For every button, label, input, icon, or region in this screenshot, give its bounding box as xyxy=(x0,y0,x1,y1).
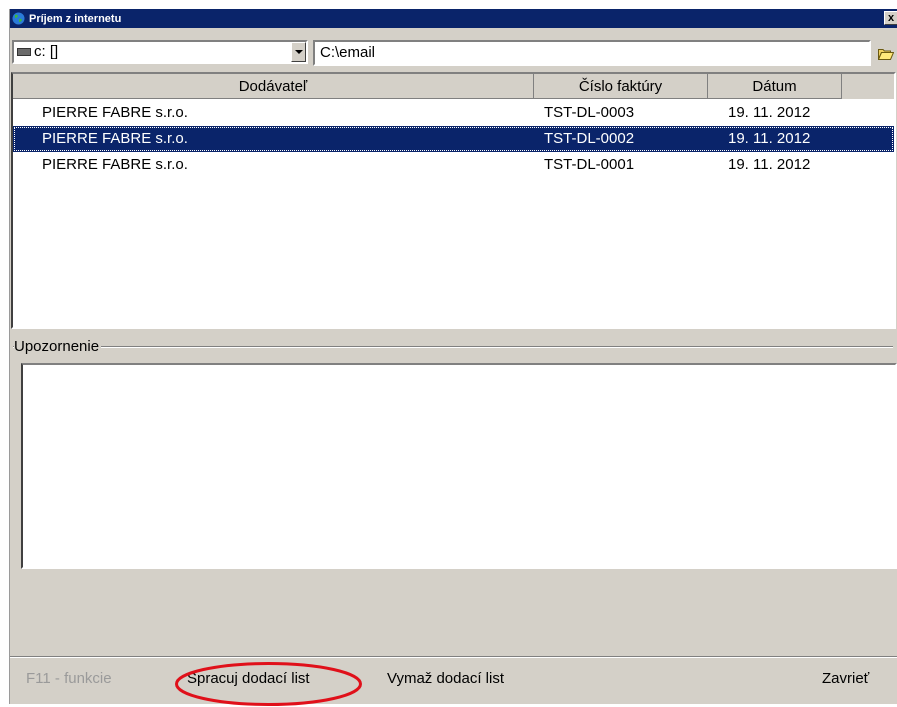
folder-open-icon xyxy=(878,49,894,60)
warning-textarea[interactable] xyxy=(21,363,897,569)
list-header: Dodávateľ Číslo faktúry Dátum xyxy=(13,74,894,99)
list-body: PIERRE FABRE s.r.o. TST-DL-0003 19. 11. … xyxy=(13,100,894,178)
table-row[interactable]: PIERRE FABRE s.r.o. TST-DL-0003 19. 11. … xyxy=(13,100,894,126)
cell-supplier: PIERRE FABRE s.r.o. xyxy=(42,156,188,173)
process-delivery-note-button[interactable]: Spracuj dodací list xyxy=(187,670,310,687)
dialog-window: Príjem z internetu x c: [] C:\email Dodá… xyxy=(9,9,897,706)
close-button[interactable]: Zavrieť xyxy=(822,670,869,687)
table-row-selected[interactable]: PIERRE FABRE s.r.o. TST-DL-0002 19. 11. … xyxy=(13,126,894,152)
cell-date: 19. 11. 2012 xyxy=(728,104,811,121)
drive-icon xyxy=(17,48,31,56)
f11-functions-button[interactable]: F11 - funkcie xyxy=(26,670,112,687)
cell-supplier: PIERRE FABRE s.r.o. xyxy=(42,104,188,121)
cell-date: 19. 11. 2012 xyxy=(728,130,811,147)
browse-folder-button[interactable] xyxy=(874,42,897,66)
warning-group-border xyxy=(13,346,893,347)
delete-delivery-note-button[interactable]: Vymaž dodací list xyxy=(387,670,504,687)
column-header-supplier[interactable]: Dodávateľ xyxy=(13,74,534,99)
path-bar: c: [] C:\email xyxy=(10,30,897,72)
window-title: Príjem z internetu xyxy=(29,12,122,25)
chevron-down-icon xyxy=(294,50,303,54)
warning-group-label: Upozornenie xyxy=(14,338,102,355)
drive-select[interactable]: c: [] xyxy=(12,40,308,64)
delivery-note-list[interactable]: Dodávateľ Číslo faktúry Dátum PIERRE FAB… xyxy=(11,72,896,329)
column-header-date[interactable]: Dátum xyxy=(708,74,842,99)
column-header-invoice-number[interactable]: Číslo faktúry xyxy=(534,74,708,99)
path-input[interactable]: C:\email xyxy=(313,40,871,66)
title-bar: Príjem z internetu x xyxy=(10,9,897,28)
cell-invoice-number: TST-DL-0001 xyxy=(544,156,635,173)
drive-value: c: [] xyxy=(34,43,59,60)
button-bar-separator xyxy=(10,656,897,657)
close-icon: x xyxy=(887,11,895,24)
close-window-button[interactable]: x xyxy=(884,11,897,25)
globe-icon xyxy=(12,12,25,25)
cell-invoice-number: TST-DL-0003 xyxy=(544,104,635,121)
drive-dropdown-button[interactable] xyxy=(291,42,306,62)
cell-date: 19. 11. 2012 xyxy=(728,156,811,173)
cell-invoice-number: TST-DL-0002 xyxy=(544,130,635,147)
table-row[interactable]: PIERRE FABRE s.r.o. TST-DL-0001 19. 11. … xyxy=(13,152,894,178)
cell-supplier: PIERRE FABRE s.r.o. xyxy=(42,130,188,147)
